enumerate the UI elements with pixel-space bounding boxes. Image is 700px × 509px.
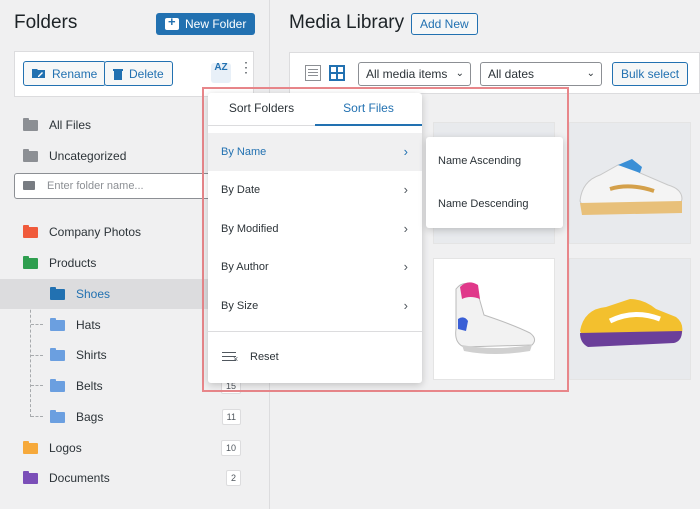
sort-tabs: Sort Folders Sort Files (208, 93, 422, 126)
rename-button[interactable]: Rename (23, 61, 107, 86)
rename-label: Rename (52, 66, 98, 81)
date-filter-select[interactable]: All dates ⌄ (480, 62, 602, 86)
folder-icon (50, 378, 65, 392)
folder-count-badge: 10 (220, 440, 241, 456)
folder-label: Bags (76, 410, 104, 424)
list-view-icon[interactable] (305, 65, 321, 81)
folder-search-placeholder: Enter folder name... (47, 180, 144, 192)
media-library-title: Media Library (289, 12, 405, 33)
sort-by-modified[interactable]: By Modified › (208, 210, 422, 248)
folder-count-badge: 11 (221, 409, 241, 425)
media-tile[interactable] (569, 122, 691, 244)
grid-view-icon[interactable] (329, 65, 345, 81)
folder-icon (23, 470, 38, 484)
sort-by-author[interactable]: By Author › (208, 248, 422, 286)
folder-icon (50, 286, 65, 300)
sort-option-label: By Author (221, 261, 269, 273)
sort-option-label: By Name (221, 146, 267, 158)
folder-label: Belts (76, 379, 103, 393)
folder-logos[interactable]: Logos 10 (0, 433, 269, 463)
folder-label: Shoes (76, 287, 111, 301)
sort-name-ascending[interactable]: Name Ascending (426, 140, 563, 182)
clear-sort-icon (222, 350, 240, 364)
divider (208, 331, 422, 332)
sidebar-item-label: Uncategorized (49, 149, 127, 163)
new-folder-label: New Folder (185, 17, 247, 31)
folder-info-icon (23, 148, 38, 162)
folder-label: Logos (49, 441, 82, 455)
sort-by-name[interactable]: By Name › (208, 133, 422, 171)
tab-sort-folders[interactable]: Sort Folders (208, 93, 315, 126)
folder-label: Products (49, 256, 97, 270)
delete-label: Delete (129, 66, 164, 81)
sort-name-submenu: Name Ascending Name Descending (426, 137, 563, 228)
media-type-value: All media items (366, 67, 448, 81)
sort-option-label: By Modified (221, 223, 279, 235)
sort-option-label: By Size (221, 300, 259, 312)
folder-documents[interactable]: Documents 2 (0, 463, 269, 493)
folder-label: Hats (76, 318, 101, 332)
folder-home-icon (23, 117, 38, 131)
chevron-down-icon: ⌄ (455, 68, 464, 79)
new-folder-button[interactable]: New Folder (156, 13, 256, 35)
sort-option-label: By Date (221, 184, 261, 196)
bulk-select-button[interactable]: Bulk select (612, 62, 689, 86)
folder-label: Company Photos (49, 225, 142, 239)
folder-search-icon (23, 180, 37, 192)
more-options-icon[interactable]: ⋮ (239, 60, 253, 74)
folder-icon (23, 440, 38, 454)
folder-edit-icon (32, 69, 45, 78)
reset-sort-button[interactable]: Reset (208, 339, 422, 375)
chevron-down-icon: ⌄ (586, 68, 595, 79)
sort-dropdown: Sort Folders Sort Files By Name › By Dat… (208, 93, 422, 383)
media-tile[interactable] (569, 258, 691, 380)
media-type-select[interactable]: All media items ⌄ (358, 62, 471, 86)
folder-label: Documents (49, 471, 110, 485)
sort-by-date[interactable]: By Date › (208, 171, 422, 209)
chevron-right-icon: › (403, 182, 408, 197)
chevron-right-icon: › (403, 259, 408, 274)
chevron-right-icon: › (403, 298, 408, 313)
folder-count-badge: 2 (225, 470, 241, 486)
date-filter-value: All dates (488, 67, 535, 81)
tab-sort-files[interactable]: Sort Files (315, 93, 422, 126)
add-new-button[interactable]: Add New (411, 13, 478, 35)
trash-icon (113, 68, 123, 80)
sneaker-image (580, 299, 683, 347)
folder-label: Shirts (76, 348, 107, 362)
folder-icon (50, 317, 65, 331)
folder-open-icon (23, 255, 38, 269)
sort-name-descending[interactable]: Name Descending (426, 183, 563, 225)
chevron-right-icon: › (403, 144, 408, 159)
folder-icon (50, 347, 65, 361)
reset-label: Reset (250, 351, 279, 363)
delete-button[interactable]: Delete (104, 61, 173, 86)
folder-icon (23, 224, 38, 238)
sort-by-size[interactable]: By Size › (208, 287, 422, 325)
new-folder-icon (165, 14, 179, 30)
chevron-right-icon: › (403, 221, 408, 236)
sidebar-item-label: All Files (49, 118, 92, 132)
sort-az-text: AZ (214, 62, 228, 73)
sort-az-icon[interactable]: AZ (211, 63, 231, 83)
sidebar-title: Folders (14, 12, 78, 33)
folder-bags[interactable]: Bags 11 (0, 402, 269, 432)
sneaker-image (579, 159, 683, 215)
folder-icon (50, 409, 65, 423)
